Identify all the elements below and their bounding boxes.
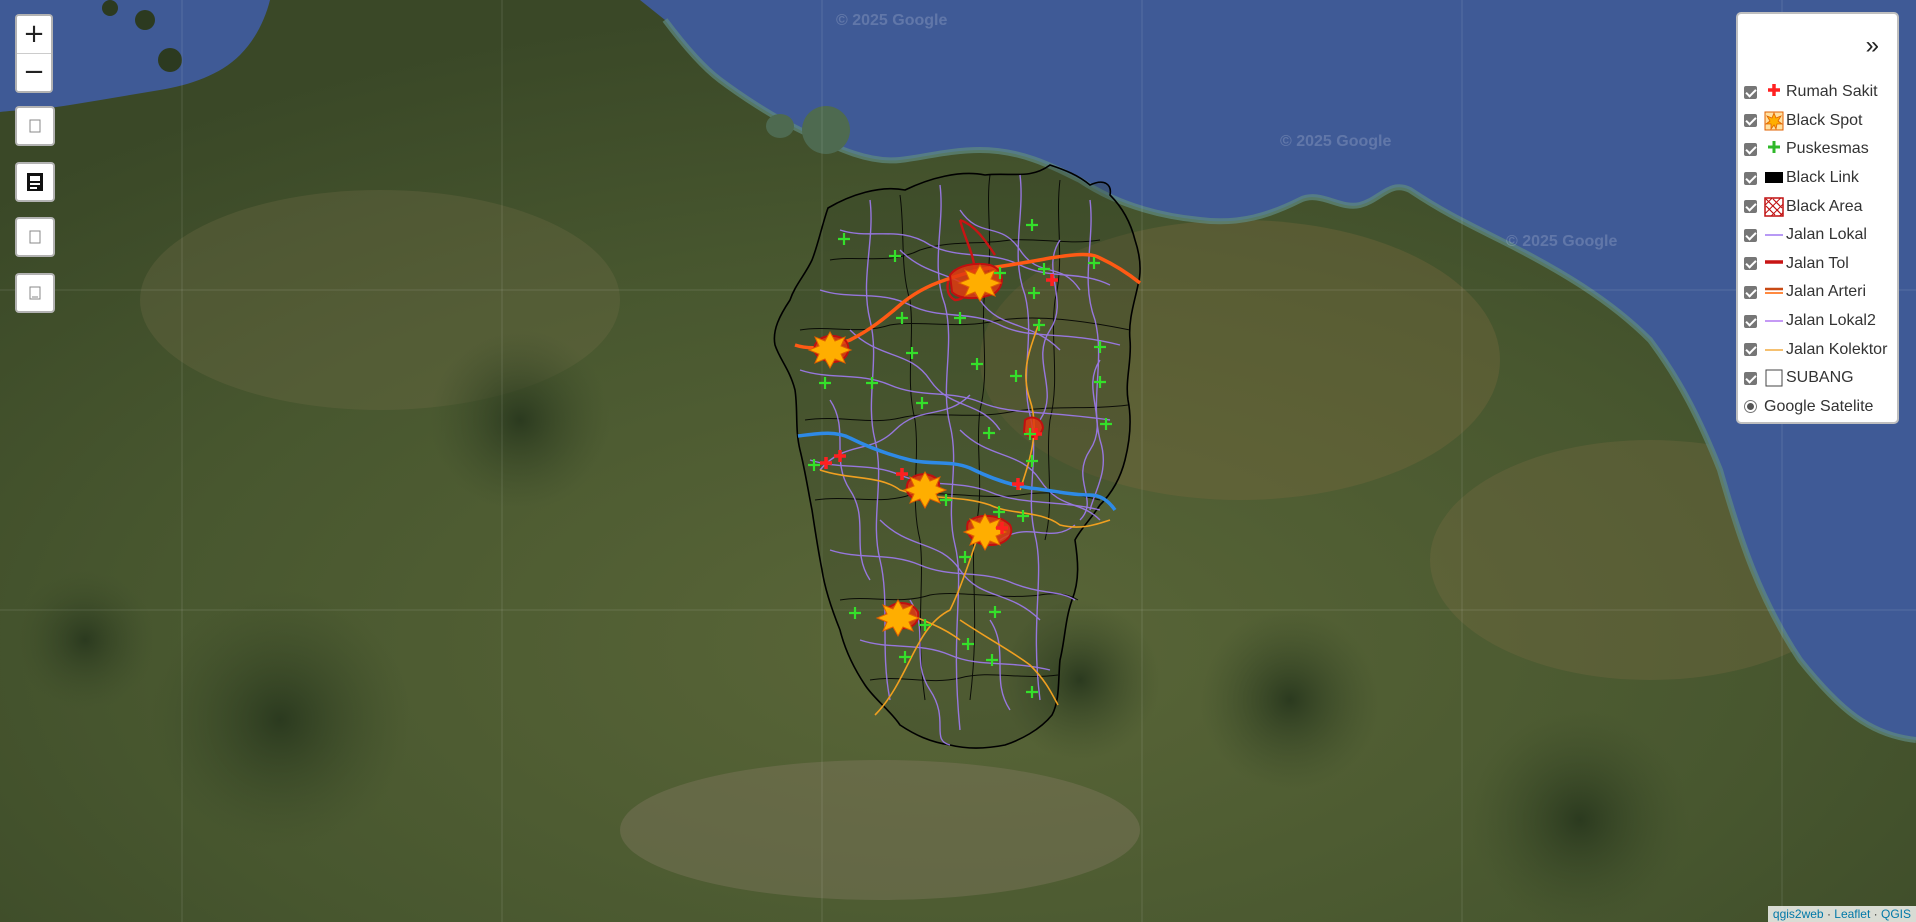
attribution-separator: · bbox=[1823, 907, 1835, 921]
layer-checkbox[interactable] bbox=[1744, 200, 1757, 214]
layer-checkbox[interactable] bbox=[1744, 285, 1757, 299]
attribution-link-qgis2web[interactable]: qgis2web bbox=[1773, 907, 1824, 921]
layer-checkbox[interactable] bbox=[1744, 343, 1757, 357]
legend-item-label: Rumah Sakit bbox=[1786, 83, 1878, 101]
legend-item-black-spot[interactable]: Black Spot bbox=[1744, 107, 1897, 136]
legend-item-jalan-lokal[interactable]: Jalan Lokal bbox=[1744, 221, 1897, 250]
mountain bbox=[1200, 610, 1380, 790]
legend-item-label: Jalan Tol bbox=[1786, 254, 1849, 272]
zoom-control: + − bbox=[15, 14, 53, 93]
locate-button[interactable] bbox=[15, 273, 55, 313]
island bbox=[766, 114, 794, 138]
legend-item-jalan-kolektor[interactable]: Jalan Kolektor bbox=[1744, 335, 1897, 364]
attribution-link-leaflet[interactable]: Leaflet bbox=[1834, 907, 1870, 921]
legend-item-jalan-lokal2[interactable]: Jalan Lokal2 bbox=[1744, 307, 1897, 336]
measure-icon bbox=[29, 230, 41, 244]
line-lokal-icon bbox=[1765, 234, 1783, 237]
layer-checkbox[interactable] bbox=[1744, 142, 1757, 156]
island bbox=[802, 106, 850, 154]
attribution: qgis2web · Leaflet · QGIS bbox=[1767, 906, 1916, 922]
island bbox=[135, 10, 155, 30]
mountain bbox=[430, 330, 610, 510]
legend-item-black-link[interactable]: Black Link bbox=[1744, 164, 1897, 193]
legend-item-label: Jalan Lokal2 bbox=[1786, 312, 1876, 330]
basemap-radio[interactable] bbox=[1744, 400, 1757, 414]
black-spot-marker bbox=[875, 598, 921, 638]
measure-button[interactable] bbox=[15, 217, 55, 257]
layer-checkbox[interactable] bbox=[1744, 257, 1757, 271]
mountain bbox=[1470, 710, 1690, 922]
layer-checkbox[interactable] bbox=[1744, 171, 1757, 185]
layer-page-icon bbox=[29, 119, 41, 133]
basemap-google-satelite[interactable]: Google Satelite bbox=[1744, 393, 1897, 422]
line-arteri-icon bbox=[1765, 288, 1783, 295]
black-spot-marker bbox=[957, 263, 1003, 303]
legend-item-jalan-arteri[interactable]: Jalan Arteri bbox=[1744, 278, 1897, 307]
hatched-area-icon bbox=[1764, 196, 1784, 217]
legend-item-subang[interactable]: SUBANG bbox=[1744, 364, 1897, 393]
legend-item-puskesmas[interactable]: Puskesmas bbox=[1744, 135, 1897, 164]
legend-item-label: Black Area bbox=[1786, 197, 1863, 215]
print-button[interactable] bbox=[15, 162, 55, 202]
attribution-separator: · bbox=[1870, 907, 1881, 921]
legend-list: Rumah Sakit Black Spot Puskesmas Black L… bbox=[1744, 78, 1897, 421]
green-cross-icon bbox=[1768, 141, 1780, 154]
legend-item-label: SUBANG bbox=[1786, 369, 1854, 387]
layer-legend: » Rumah Sakit Black Spot Puskesmas Black… bbox=[1736, 12, 1899, 424]
basemap-label: Google Satelite bbox=[1764, 397, 1874, 415]
map-watermark: © 2025 Google bbox=[1280, 133, 1392, 150]
layer-checkbox[interactable] bbox=[1744, 228, 1757, 242]
star-burst-icon bbox=[1764, 111, 1784, 131]
red-cross-icon bbox=[1768, 84, 1780, 97]
layer-checkbox[interactable] bbox=[1744, 114, 1757, 128]
legend-item-black-area[interactable]: Black Area bbox=[1744, 192, 1897, 221]
legend-item-label: Puskesmas bbox=[1786, 140, 1869, 158]
black-spot-marker bbox=[807, 330, 853, 370]
print-icon bbox=[27, 173, 43, 191]
black-spot-marker bbox=[902, 470, 948, 510]
urban-area bbox=[620, 760, 1140, 900]
black-spot-marker bbox=[962, 512, 1008, 552]
black-rect-icon bbox=[1765, 172, 1783, 184]
line-lokal2-icon bbox=[1765, 320, 1783, 323]
island bbox=[158, 48, 182, 72]
map-watermark: © 2025 Google bbox=[1506, 233, 1618, 250]
legend-item-label: Jalan Kolektor bbox=[1786, 340, 1888, 358]
legend-item-rumah-sakit[interactable]: Rumah Sakit bbox=[1744, 78, 1897, 107]
line-tol-icon bbox=[1765, 260, 1783, 264]
outline-rect-icon bbox=[1765, 369, 1783, 387]
layer-checkbox[interactable] bbox=[1744, 85, 1757, 99]
island bbox=[102, 0, 118, 16]
legend-item-label: Black Link bbox=[1786, 169, 1859, 187]
map-canvas[interactable] bbox=[0, 0, 1916, 922]
legend-item-jalan-tol[interactable]: Jalan Tol bbox=[1744, 250, 1897, 279]
layer-page-button[interactable] bbox=[15, 106, 55, 146]
layer-checkbox[interactable] bbox=[1744, 314, 1757, 328]
mountain bbox=[150, 590, 410, 850]
legend-collapse-button[interactable]: » bbox=[1866, 34, 1879, 58]
layer-checkbox[interactable] bbox=[1744, 371, 1757, 385]
legend-item-label: Jalan Arteri bbox=[1786, 283, 1867, 301]
zoom-in-button[interactable]: + bbox=[17, 16, 51, 53]
legend-item-label: Jalan Lokal bbox=[1786, 226, 1867, 244]
legend-item-label: Black Spot bbox=[1786, 111, 1863, 129]
line-kolektor-icon bbox=[1765, 348, 1783, 351]
locate-icon bbox=[29, 286, 41, 300]
mountain bbox=[15, 570, 155, 710]
map-watermark: © 2025 Google bbox=[836, 12, 948, 29]
zoom-out-button[interactable]: − bbox=[17, 53, 51, 91]
attribution-link-qgis[interactable]: QGIS bbox=[1881, 907, 1911, 921]
